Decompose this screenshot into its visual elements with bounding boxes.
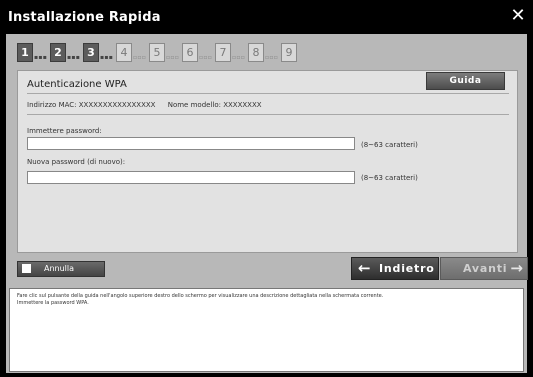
window-title: Installazione Rapida [8, 10, 161, 25]
step-dots: ▪▪▪ [100, 54, 114, 61]
mac-address: Indirizzo MAC: XXXXXXXXXXXXXXXX [27, 101, 156, 109]
step-dots: ▪▪▪ [67, 54, 81, 61]
cancel-button[interactable]: Annulla [17, 261, 105, 277]
repeat-password-hint: (8~63 caratteri) [361, 174, 418, 182]
password-label: Immettere password: [27, 127, 102, 135]
title-bar: Installazione Rapida ✕ [0, 0, 533, 34]
back-label: Indietro [379, 262, 435, 275]
checkbox-icon [22, 264, 31, 273]
step-number: 3 [83, 43, 99, 62]
step-number: 6 [182, 43, 198, 62]
wpa-auth-panel: Autenticazione WPA Guida Indirizzo MAC: … [17, 70, 518, 253]
step-dots: ▫▫▫ [133, 54, 147, 61]
step-dots: ▫▫▫ [232, 54, 246, 61]
next-label: Avanti [463, 262, 508, 275]
step-dots: ▫▫▫ [265, 54, 279, 61]
password-input[interactable] [27, 137, 355, 150]
back-button[interactable]: ← Indietro [351, 257, 439, 280]
cancel-label: Annulla [44, 264, 75, 273]
step-number: 9 [281, 43, 297, 62]
arrow-right-icon: → [510, 259, 523, 277]
wizard-frame: 1 ▪▪▪ 2 ▪▪▪ 3 ▪▪▪ 4 ▫▫▫ 5 ▫▫▫ 6 ▫▫▫ 7 ▫▫… [6, 34, 528, 373]
step-number: 7 [215, 43, 231, 62]
repeat-password-input[interactable] [27, 171, 355, 184]
step-dots: ▪▪▪ [34, 54, 48, 61]
help-box: Fare clic sul pulsante della guida nell'… [9, 288, 524, 372]
step-number: 2 [50, 43, 66, 62]
model-name: Nome modello: XXXXXXXX [167, 101, 262, 109]
password-hint: (8~63 caratteri) [361, 141, 418, 149]
step-number: 5 [149, 43, 165, 62]
step-dots: ▫▫▫ [199, 54, 213, 61]
help-text: Fare clic sul pulsante della guida nell'… [17, 293, 515, 307]
help-line: Fare clic sul pulsante della guida nell'… [17, 293, 384, 299]
quick-setup-window: Installazione Rapida ✕ 1 ▪▪▪ 2 ▪▪▪ 3 ▪▪▪… [0, 0, 533, 377]
guide-button[interactable]: Guida [426, 72, 505, 90]
close-icon[interactable]: ✕ [509, 7, 527, 25]
step-dots: ▫▫▫ [166, 54, 180, 61]
arrow-left-icon: ← [358, 259, 371, 277]
help-line: Immettere la password WPA. [17, 300, 89, 306]
device-info: Indirizzo MAC: XXXXXXXXXXXXXXXX Nome mod… [27, 101, 272, 109]
divider [27, 93, 509, 94]
step-number: 8 [248, 43, 264, 62]
divider [27, 114, 509, 115]
next-button[interactable]: Avanti → [440, 257, 528, 280]
repeat-password-label: Nuova password (di nuovo): [27, 158, 126, 166]
step-number: 1 [17, 43, 33, 62]
step-number: 4 [116, 43, 132, 62]
panel-title: Autenticazione WPA [27, 79, 127, 90]
